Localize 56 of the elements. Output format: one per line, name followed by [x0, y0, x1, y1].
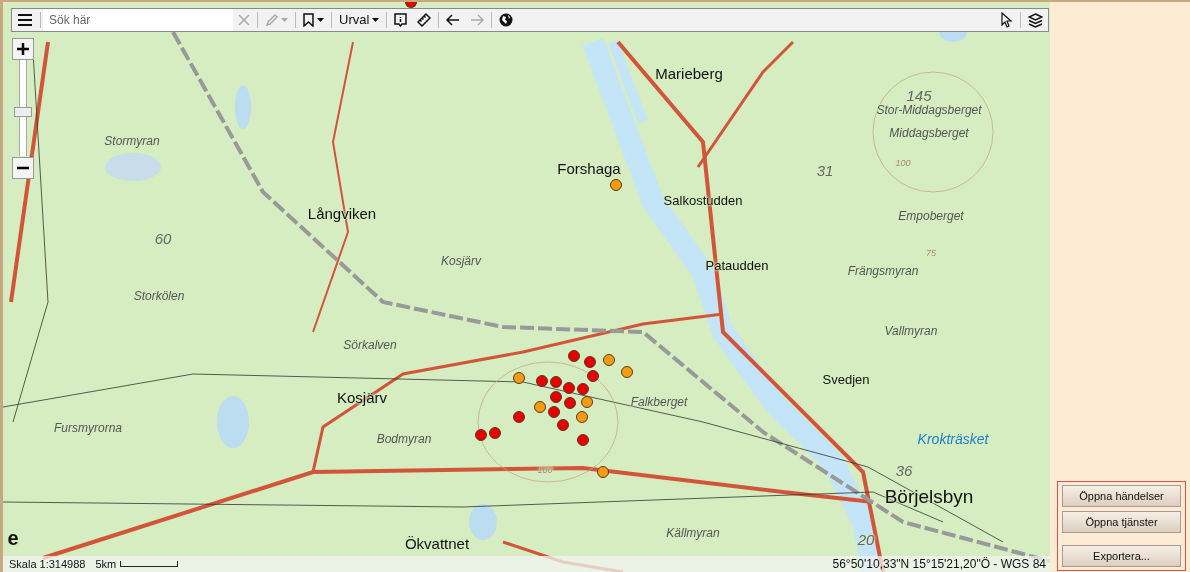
- map-label: Forshaga: [557, 160, 621, 178]
- map-label: 100: [537, 466, 553, 476]
- map-label: Svedjen: [822, 372, 870, 388]
- search-field[interactable]: Sök här: [43, 9, 233, 31]
- zoom-in-button[interactable]: [12, 38, 34, 60]
- close-icon: [238, 14, 250, 26]
- back-arrow-icon: [446, 14, 461, 26]
- info-icon: [394, 13, 408, 27]
- map-label: Krokträsket: [917, 432, 989, 448]
- menu-icon: [17, 13, 33, 27]
- map-label: 75: [926, 249, 936, 259]
- scale-bar-label: 5km: [95, 556, 117, 572]
- zoom-slider-thumb[interactable]: [14, 107, 32, 118]
- bookmark-icon: [303, 13, 314, 27]
- coordinates-text: 56°50'10,33"N 15°15'21,20"Ö - WGS 84: [832, 556, 1046, 572]
- zoom-out-button[interactable]: [12, 157, 34, 179]
- map-label: e: [7, 527, 19, 549]
- globe-icon: [499, 13, 514, 27]
- map-label: 36: [895, 462, 913, 480]
- map-label: Storkölen: [133, 290, 185, 304]
- map-label: 60: [154, 230, 172, 248]
- layers-icon: [1028, 12, 1043, 28]
- scale-text: Skala 1:314988: [9, 556, 86, 572]
- map-label: Vallmyran: [884, 325, 938, 339]
- map-label: Frängsmyran: [847, 265, 919, 279]
- map-label: Börjelsbyn: [884, 486, 974, 508]
- map-label: Ökvattnet: [404, 535, 470, 553]
- map-label: Sörkalven: [343, 339, 397, 353]
- map-label: Bodmyran: [376, 433, 432, 447]
- caret-icon: [372, 18, 380, 22]
- zoom-slider[interactable]: [14, 60, 32, 156]
- forward-arrow-icon: [470, 14, 485, 26]
- map-label: Källmyran: [666, 527, 720, 541]
- map-label: 31: [816, 162, 834, 180]
- map-label: Falkberget: [630, 396, 688, 410]
- action-button[interactable]: Öppna händelser: [1062, 485, 1181, 507]
- map-label: 20: [857, 531, 875, 549]
- map-label: 145: [906, 87, 932, 105]
- map-label: Middagsberget: [889, 127, 969, 141]
- caret-icon: [281, 18, 288, 22]
- pencil-icon: [265, 13, 278, 27]
- map-label: Stormyran: [104, 135, 160, 149]
- cursor-icon: [1001, 12, 1013, 28]
- map-label: Fursmyrorna: [54, 422, 122, 436]
- action-button[interactable]: Öppna tjänster: [1062, 511, 1181, 533]
- map-label: Kosjärv: [441, 255, 481, 269]
- selection-dropdown[interactable]: Urval: [334, 9, 385, 31]
- scale-bar: [120, 561, 179, 567]
- caret-icon: [317, 18, 324, 22]
- plus-icon: [16, 42, 30, 56]
- map-label: Stor-Middagsberget: [876, 104, 982, 118]
- map-label: 100: [895, 159, 911, 169]
- map-label: Marieberg: [655, 65, 723, 83]
- action-button[interactable]: Exportera...: [1062, 545, 1181, 567]
- map-label: Empoberget: [898, 210, 964, 224]
- ruler-icon: [417, 13, 432, 27]
